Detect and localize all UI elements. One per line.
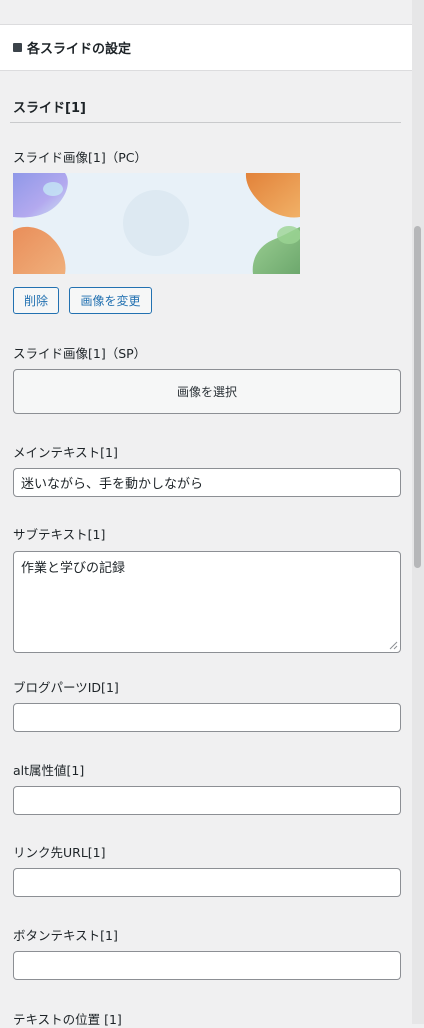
text-position-label: テキストの位置 [1]: [13, 1012, 122, 1027]
delete-image-button[interactable]: 削除: [13, 287, 59, 314]
sub-text-value: 作業と学びの記録: [21, 561, 126, 576]
customizer-top-bar: [0, 0, 412, 25]
button-text-label: ボタンテキスト[1]: [13, 928, 118, 943]
section-title: 各スライドの設定: [27, 42, 132, 57]
slide-thumbnail-image: [13, 173, 300, 274]
square-bullet-icon: [13, 43, 22, 52]
pc-image-preview[interactable]: [13, 173, 300, 274]
select-image-button[interactable]: 画像を選択: [13, 369, 401, 414]
sub-text-textarea[interactable]: 作業と学びの記録: [13, 551, 401, 653]
main-text-input[interactable]: 迷いながら、手を動かしながら: [13, 468, 401, 497]
button-text-input[interactable]: [13, 951, 401, 980]
scrollbar-thumb[interactable]: [414, 226, 421, 568]
divider: [10, 122, 401, 123]
sub-text-label: サブテキスト[1]: [13, 527, 106, 542]
sp-image-label: スライド画像[1]（SP）: [13, 346, 147, 361]
change-image-button[interactable]: 画像を変更: [69, 287, 152, 314]
pc-image-label: スライド画像[1]（PC）: [13, 150, 147, 165]
alt-input[interactable]: [13, 786, 401, 815]
slide-heading: スライド[1]: [13, 101, 86, 116]
main-text-label: メインテキスト[1]: [13, 445, 118, 460]
alt-label: alt属性値[1]: [13, 763, 85, 778]
link-url-label: リンク先URL[1]: [13, 845, 106, 860]
blog-parts-id-input[interactable]: [13, 703, 401, 732]
resize-grip-icon[interactable]: [389, 641, 398, 650]
blog-parts-id-label: ブログパーツID[1]: [13, 680, 119, 695]
link-url-input[interactable]: [13, 868, 401, 897]
section-header: 各スライドの設定: [0, 25, 412, 71]
